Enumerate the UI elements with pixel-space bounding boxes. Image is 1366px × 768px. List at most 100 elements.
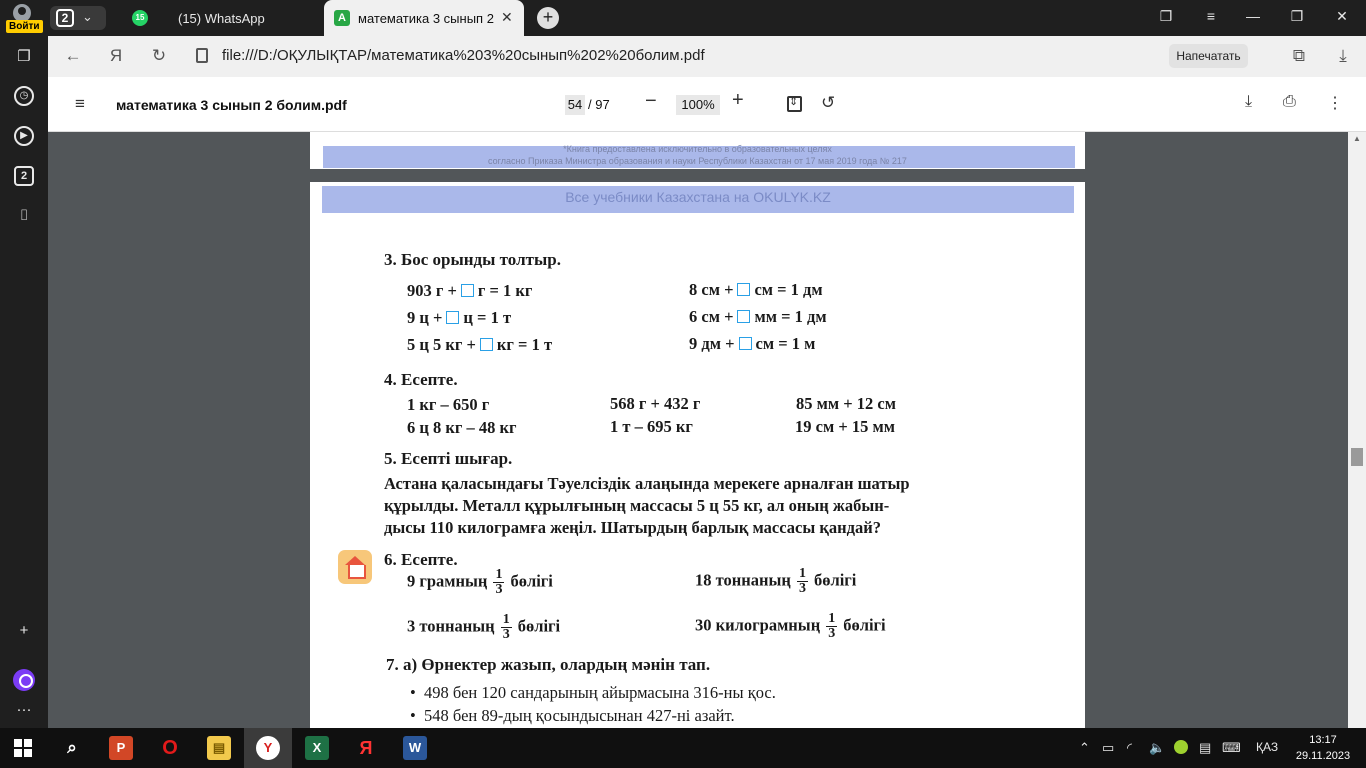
print-icon[interactable]: ⎙: [1283, 93, 1296, 111]
page-number-input[interactable]: 54: [565, 95, 585, 115]
rotate-icon[interactable]: ↺: [821, 93, 835, 113]
scrollbar-thumb[interactable]: [1351, 448, 1363, 466]
collections-icon[interactable]: ❐: [1156, 8, 1176, 25]
windows-taskbar: ⌕ P O ▤ Y X Я W ⌃ ▭ ◜ 🔈 ▤ ⌨ ҚАЗ 13:17 29…: [0, 728, 1366, 768]
pdf-toolbar: ≡ математика 3 сынып 2 болим.pdf 54 / 97…: [48, 77, 1366, 132]
powerpoint-icon[interactable]: P: [109, 736, 133, 760]
alice-assistant-icon[interactable]: [13, 669, 35, 691]
search-icon[interactable]: ⌕: [60, 736, 84, 760]
blank-box: [737, 310, 751, 323]
footer-line: согласно Приказа Министра образования и …: [488, 156, 907, 166]
page-total: / 97: [588, 97, 610, 112]
chevron-down-icon: ⌄: [82, 9, 93, 24]
task-row: 9 дм + см = 1 м: [689, 334, 816, 353]
tab-label: математика 3 сынып 2 болим.pdf: [358, 11, 496, 26]
clock-time: 13:17: [1309, 734, 1337, 746]
yandex-icon[interactable]: Я: [354, 736, 378, 760]
new-tab-button[interactable]: +: [537, 7, 559, 29]
download-icon[interactable]: ⤓: [1245, 93, 1252, 111]
excel-icon[interactable]: X: [305, 736, 329, 760]
banner-text: Все учебники Казахстана на OKULYK.KZ: [565, 189, 831, 205]
print-button[interactable]: Напечатать: [1169, 44, 1248, 68]
pdf-filename: математика 3 сынып 2 болим.pdf: [116, 97, 347, 113]
add-panel-icon[interactable]: +: [14, 621, 34, 641]
scroll-up-icon[interactable]: ▲: [1353, 134, 1361, 143]
yandex-browser-icon[interactable]: Y: [256, 736, 280, 760]
task-heading: 7. а) Өрнектер жазып, олардың мәнін тап.: [386, 655, 711, 674]
zoom-in-button[interactable]: +: [732, 89, 744, 112]
pdf-viewer: *Книга предоставлена исключительно в обр…: [48, 132, 1348, 728]
url-field[interactable]: file:///D:/ОҚУЛЫҚТАР/математика%203%20сы…: [222, 47, 705, 64]
blank-box: [446, 311, 460, 324]
file-explorer-icon[interactable]: ▤: [207, 736, 231, 760]
previous-page: *Книга предоставлена исключительно в обр…: [310, 132, 1085, 169]
task-expr: 568 г + 432 г: [610, 394, 701, 413]
task-row: 8 см + см = 1 дм: [689, 280, 823, 299]
menu-icon[interactable]: ≡: [75, 94, 85, 114]
play-icon[interactable]: ▶: [14, 126, 34, 146]
blank-box: [460, 284, 474, 297]
minimize-icon[interactable]: —: [1243, 8, 1263, 24]
whatsapp-icon: 15: [132, 10, 148, 26]
task-heading: 3. Бос орынды толтыр.: [384, 250, 561, 269]
file-icon: [196, 48, 208, 63]
profile-button[interactable]: Войти: [0, 0, 44, 36]
update-icon[interactable]: [1174, 740, 1188, 754]
more-options-icon[interactable]: ⋮: [1327, 93, 1343, 113]
keyboard-icon[interactable]: ⌨: [1222, 740, 1241, 756]
battery-icon[interactable]: ▭: [1102, 740, 1114, 756]
windows-start-icon[interactable]: [14, 739, 32, 757]
volume-icon[interactable]: 🔈: [1149, 740, 1165, 756]
clock-date: 29.11.2023: [1295, 750, 1351, 762]
browser-sidebar: ❐ ◷ ▶ 2 ⌷ + ···: [0, 36, 48, 728]
zoom-out-button[interactable]: −: [645, 90, 657, 113]
close-tab-icon[interactable]: ✕: [501, 9, 513, 26]
tab-count: 2: [56, 9, 74, 27]
show-hidden-icons[interactable]: ⌃: [1079, 740, 1090, 756]
screenshot-icon[interactable]: ⌷: [14, 206, 34, 226]
more-icon[interactable]: ···: [14, 700, 34, 720]
vertical-scrollbar[interactable]: ▲: [1348, 132, 1366, 728]
pdf-tab-icon: A: [334, 10, 350, 26]
task-heading: 5. Есепті шығар.: [384, 449, 513, 468]
fraction-expr: 3 тоннаның 1 3 бөлігі: [407, 612, 561, 642]
tabs-counter-icon[interactable]: 2: [14, 166, 34, 186]
task-row: 9 ц + ц = 1 т: [407, 308, 512, 327]
extensions-icon[interactable]: ⧉: [1288, 46, 1310, 66]
tab-whatsapp[interactable]: 15 (15) WhatsApp: [120, 0, 320, 36]
history-icon[interactable]: ◷: [14, 86, 34, 106]
task-heading: 4. Есепте.: [384, 370, 458, 389]
back-icon[interactable]: ←: [62, 46, 84, 66]
system-clock[interactable]: 13:17 29.11.2023: [1290, 732, 1356, 764]
footer-line: *Книга предоставлена исключительно в обр…: [563, 144, 832, 154]
restore-icon[interactable]: ❐: [1287, 8, 1307, 25]
task-row: 6 см + мм = 1 дм: [689, 307, 827, 326]
task-row: 5 ц 5 кг + кг = 1 т: [407, 335, 553, 354]
fraction-expr: 30 килограмның 1 3 бөлігі: [695, 611, 886, 641]
collections-sidebar-icon[interactable]: ❐: [14, 47, 34, 67]
task-row: 903 г + г = 1 кг: [407, 281, 533, 300]
close-window-icon[interactable]: ✕: [1332, 8, 1352, 25]
menu-icon[interactable]: ≡: [1201, 8, 1221, 24]
wifi-icon[interactable]: ◜: [1127, 740, 1132, 756]
list-item: • 548 бен 89-дың қосындысынан 427-ні аза…: [410, 706, 735, 725]
blank-box: [737, 283, 751, 296]
task-text-line: дысы 110 килограмға жеңіл. Шатырдың барл…: [384, 518, 881, 537]
task-heading: 6. Есепте.: [384, 550, 458, 569]
tab-counter-button[interactable]: 2 ⌄: [50, 6, 106, 30]
notifications-icon[interactable]: ▤: [1199, 740, 1211, 756]
tab-label: (15) WhatsApp: [178, 11, 265, 26]
opera-icon[interactable]: O: [158, 736, 182, 760]
browser-tab-bar: Войти 2 ⌄ 15 (15) WhatsApp A математика …: [0, 0, 1366, 36]
tab-pdf[interactable]: A математика 3 сынып 2 болим.pdf ✕: [324, 0, 524, 36]
word-icon[interactable]: W: [403, 736, 427, 760]
yandex-icon[interactable]: Я: [105, 46, 127, 66]
zoom-input[interactable]: 100%: [676, 95, 720, 115]
fit-page-icon[interactable]: [787, 95, 802, 112]
downloads-icon[interactable]: ⤓: [1332, 46, 1354, 66]
reload-icon[interactable]: ↻: [148, 46, 170, 66]
fraction-expr: 18 тоннаның 1 3 бөлігі: [695, 566, 857, 596]
task-text-line: Астана қаласындағы Тәуелсіздік алаңында …: [384, 474, 910, 493]
home-task-icon: [338, 550, 372, 584]
language-indicator[interactable]: ҚАЗ: [1256, 740, 1278, 754]
